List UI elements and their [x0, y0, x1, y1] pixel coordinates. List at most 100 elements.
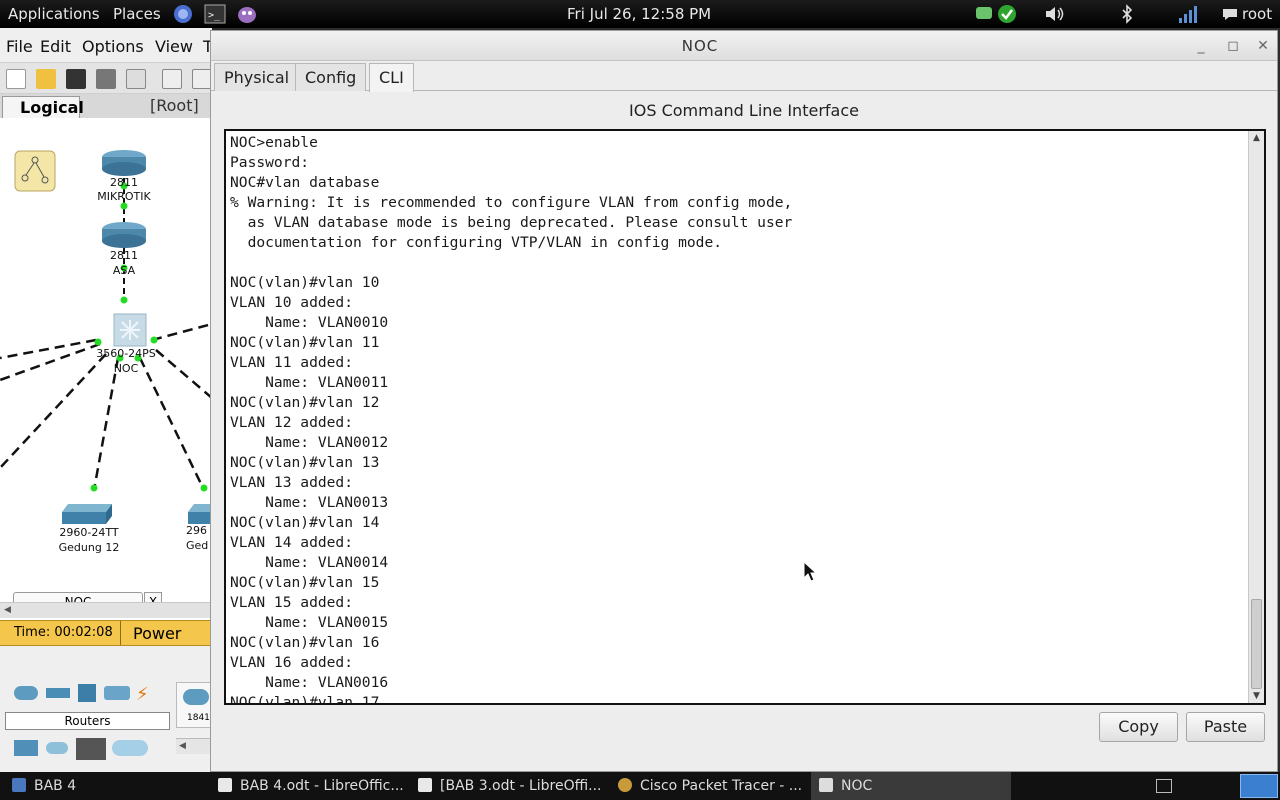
new-file-icon[interactable]	[6, 69, 26, 89]
switch-gedung-12-model: 2960-24TT	[59, 526, 119, 539]
pidgin-launcher-icon[interactable]	[236, 3, 258, 25]
task-bab-4[interactable]: BAB 4	[12, 772, 212, 800]
copy-icon[interactable]	[162, 69, 182, 89]
tab-physical[interactable]: Physical	[214, 63, 300, 91]
scroll-down-arrow-icon[interactable]: ▼	[1249, 689, 1264, 703]
terminal-line: NOC#vlan database	[230, 174, 380, 191]
terminal-line: VLAN 12 added:	[230, 414, 354, 431]
network-canvas[interactable]: 2811 MIKROTIK 2811 ASA 3560-24PS NOC 296…	[0, 118, 212, 628]
connections-category-icon[interactable]: ⚡	[136, 684, 149, 705]
device-category-label: Routers	[5, 712, 170, 730]
router-asa-icon[interactable]	[99, 220, 149, 250]
task-bab-3-odt[interactable]: [BAB 3.odt - LibreOffi...	[418, 772, 614, 800]
routers-category-icon[interactable]	[14, 686, 38, 700]
maximize-icon[interactable]: ◻	[1221, 35, 1245, 57]
device-list-scrollbar[interactable]: ◀	[176, 738, 212, 754]
workspace-switcher-icon[interactable]	[1156, 779, 1172, 793]
device-type-panel: ⚡ Routers 1841 ◀	[0, 646, 212, 760]
applications-menu[interactable]: Applications	[8, 5, 100, 23]
custom-devices-category-icon[interactable]	[76, 738, 106, 760]
menu-view[interactable]: View	[155, 37, 193, 56]
user-menu[interactable]: root	[1242, 5, 1272, 23]
canvas-horizontal-scrollbar[interactable]: ◀	[0, 602, 212, 618]
svg-text:>_: >_	[208, 10, 221, 21]
terminal-line: % Warning: It is recommended to configur…	[230, 194, 793, 211]
task-packet-tracer[interactable]: Cisco Packet Tracer - ...	[618, 772, 810, 800]
time-divider	[120, 621, 121, 645]
paste-button[interactable]: Paste	[1186, 712, 1265, 742]
wireless-category-icon[interactable]	[104, 686, 130, 700]
browser-launcher-icon[interactable]	[172, 3, 194, 25]
tab-cli[interactable]: CLI	[369, 63, 414, 92]
copy-button[interactable]: Copy	[1099, 712, 1178, 742]
update-ok-icon[interactable]	[996, 3, 1018, 25]
multilayer-switch-model: 3560-24PS	[96, 347, 156, 360]
hubs-category-icon[interactable]	[78, 684, 96, 702]
wan-emulation-category-icon[interactable]	[46, 742, 68, 754]
terminal-line: VLAN 10 added:	[230, 294, 354, 311]
terminal-launcher-icon[interactable]: >_	[204, 3, 226, 25]
menu-file[interactable]: File	[6, 37, 33, 56]
minimize-icon[interactable]: _	[1189, 35, 1213, 57]
terminal-line: Name: VLAN0011	[230, 374, 389, 391]
scrollbar-thumb[interactable]	[1251, 599, 1262, 689]
volume-icon[interactable]	[1043, 3, 1065, 25]
terminal-line: VLAN 16 added:	[230, 654, 354, 671]
terminal-output[interactable]: NOC>enable Password: NOC#vlan database % Wa…	[230, 133, 1240, 703]
scroll-up-arrow-icon[interactable]: ▲	[1249, 131, 1264, 145]
root-label[interactable]: [Root]	[150, 96, 199, 115]
paste-icon[interactable]	[192, 69, 212, 89]
logical-view-icon[interactable]	[14, 150, 56, 192]
terminal-line: VLAN 14 added:	[230, 534, 354, 551]
window-title: NOC	[681, 37, 719, 55]
print-icon[interactable]	[96, 69, 116, 89]
scroll-left-arrow-icon[interactable]: ◀	[4, 605, 11, 615]
save-icon[interactable]	[66, 69, 86, 89]
terminal-line: NOC>enable	[230, 134, 318, 151]
task-label: BAB 4	[34, 778, 77, 794]
terminal-line: VLAN 11 added:	[230, 354, 354, 371]
terminal-line: Name: VLAN0015	[230, 614, 389, 631]
terminal-line: NOC(vlan)#vlan 11	[230, 334, 380, 351]
terminal-line: Password:	[230, 154, 310, 171]
terminal-line: NOC(vlan)#vlan 12	[230, 394, 380, 411]
mouse-pointer-icon	[803, 561, 818, 582]
activity-wizard-icon[interactable]	[126, 69, 146, 89]
bluetooth-icon[interactable]	[1116, 3, 1138, 25]
multiuser-category-icon[interactable]	[112, 740, 148, 756]
multilayer-switch-name: NOC	[113, 362, 139, 375]
switch-gedung-partial-model: 296	[186, 524, 207, 537]
folder-icon	[12, 778, 26, 792]
task-bab-4-odt[interactable]: BAB 4.odt - LibreOffic...	[218, 772, 414, 800]
terminal-line: Name: VLAN0012	[230, 434, 389, 451]
close-icon[interactable]: ✕	[1251, 35, 1275, 57]
cli-terminal[interactable]: NOC>enable Password: NOC#vlan database % Wa…	[224, 129, 1266, 705]
device-list-left-arrow-icon[interactable]: ◀	[179, 741, 186, 751]
end-devices-category-icon[interactable]	[14, 740, 38, 756]
logical-tab[interactable]: Logical	[2, 96, 84, 120]
open-folder-icon[interactable]	[36, 69, 56, 89]
router-mikrotik-name: MIKROTIK	[97, 190, 151, 203]
network-signal-icon[interactable]	[1177, 3, 1199, 25]
switch-gedung-12-icon[interactable]	[62, 502, 116, 528]
router-model-tile[interactable]: 1841	[176, 682, 212, 728]
menu-edit[interactable]: Edit	[40, 37, 71, 56]
tab-config[interactable]: Config	[295, 63, 367, 91]
clock[interactable]: Fri Jul 26, 12:58 PM	[567, 5, 711, 23]
multilayer-switch-noc-icon[interactable]	[110, 310, 150, 350]
menu-options[interactable]: Options	[82, 37, 144, 56]
user-chat-icon	[1220, 3, 1242, 25]
router-mikrotik-icon[interactable]	[99, 148, 149, 178]
switches-category-icon[interactable]	[46, 688, 70, 698]
noc-titlebar[interactable]: NOC _ ◻ ✕	[211, 31, 1277, 61]
task-noc[interactable]: NOC	[811, 772, 1011, 800]
terminal-scrollbar[interactable]: ▲ ▼	[1248, 131, 1264, 703]
chat-status-icon[interactable]	[974, 3, 996, 25]
packet-tracer-toolbar	[0, 62, 212, 94]
device-tabs: Physical Config CLI	[211, 63, 1277, 92]
terminal-line: VLAN 13 added:	[230, 474, 354, 491]
noc-device-window: NOC _ ◻ ✕ Physical Config CLI IOS Comman…	[210, 30, 1278, 772]
places-menu[interactable]: Places	[113, 5, 161, 23]
workspace-active-indicator[interactable]	[1240, 774, 1278, 798]
packet-tracer-menubar: File Edit Options View T	[0, 33, 213, 59]
